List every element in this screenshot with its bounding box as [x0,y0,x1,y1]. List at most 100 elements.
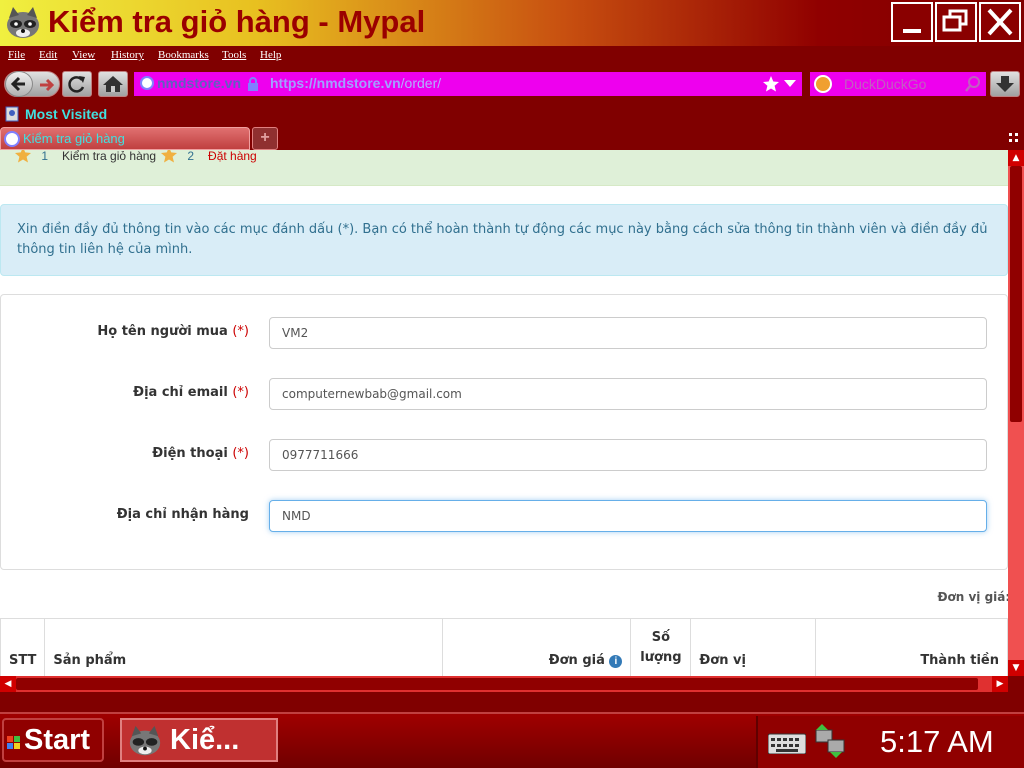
site-identity[interactable]: nmdstore.vn [140,75,241,91]
url-host: https://nmdstore.vn [270,75,401,91]
scroll-right-icon[interactable]: ▶ [992,676,1008,692]
address-label: Địa chỉ nhận hàng [116,507,249,522]
required-mark: (*) [232,324,249,339]
status-bar [0,692,1024,712]
url-text: https://nmdstore.vn/order/ [270,75,441,91]
close-icon [987,8,1013,36]
email-field[interactable] [269,378,987,410]
keyboard-icon[interactable] [768,728,806,754]
cart-table: STT Sản phẩm Đơn giá i Số lượng Đơn vị Th… [0,618,1008,676]
address-field[interactable] [269,500,987,532]
col-stt: STT [0,618,46,676]
forward-arrow-icon[interactable] [37,75,57,95]
start-button[interactable]: Start [2,718,104,762]
bookmarks-toolbar: Most Visited [0,102,1024,126]
menu-edit[interactable]: Edit [39,49,57,61]
globe-icon [140,76,154,90]
back-arrow-icon [10,76,25,92]
window-title: Kiểm tra giỏ hàng - Mypal [48,4,426,39]
back-forward-group [4,71,60,97]
site-identity-label: nmdstore.vn [157,75,242,91]
menu-view[interactable]: View [72,49,95,61]
download-icon [996,76,1014,92]
vertical-scrollbar[interactable]: ▲ ▼ [1008,150,1024,676]
menu-tools[interactable]: Tools [222,49,246,61]
windows-logo-icon [7,736,20,749]
menu-bookmarks[interactable]: Bookmarks [158,49,209,61]
menu-history[interactable]: History [111,49,144,61]
name-label: Họ tên người mua (*) [97,324,249,339]
clock: 5:17 AM [880,724,994,759]
page-content: 1 Kiểm tra giỏ hàng 2 Đặt hàng Xin điền đầ… [0,150,1008,676]
dropdown-arrow-icon[interactable] [784,80,796,88]
close-button[interactable] [979,2,1021,42]
taskbar: Start Kiể... 5:17 AM [0,712,1024,768]
title-bar: Kiểm tra giỏ hàng - Mypal [0,0,1024,46]
form-row-address: Địa chỉ nhận hàng [1,500,1007,534]
col-product: Sản phẩm [44,618,444,676]
scroll-down-icon[interactable]: ▼ [1008,660,1024,676]
new-tab-button[interactable]: + [252,127,278,150]
name-label-text: Họ tên người mua [97,324,228,339]
minimize-icon [903,29,921,33]
network-icon[interactable] [814,724,848,758]
col-quantity-line1: Số [651,630,671,645]
buyer-info-form: Họ tên người mua (*) Địa chỉ email (*) Đ… [0,294,1008,570]
minimize-button[interactable] [891,2,933,42]
required-mark: (*) [232,385,249,400]
search-icon[interactable] [964,75,982,93]
email-label-text: Địa chỉ email [133,385,228,400]
reload-button[interactable] [62,71,92,97]
url-bar[interactable]: nmdstore.vn https://nmdstore.vn/order/ [134,72,802,96]
col-price-label: Đơn giá [548,653,605,668]
step-1-label: Kiểm tra giỏ hàng [62,150,157,163]
email-label: Địa chỉ email (*) [133,385,249,400]
phone-label-text: Điện thoại [152,446,228,461]
horizontal-scroll-thumb[interactable] [16,678,978,690]
horizontal-scrollbar[interactable]: ◀ ▶ [0,676,1008,692]
col-quantity-line2: lượng [640,650,682,665]
menu-file[interactable]: File [8,49,25,61]
name-field[interactable] [269,317,987,349]
downloads-button[interactable] [990,71,1020,97]
home-icon [103,76,123,92]
search-box[interactable]: DuckDuckGo [810,72,986,96]
tab-list-icon[interactable] [1009,133,1021,143]
taskbar-item-mypal[interactable]: Kiể... [120,718,278,762]
reload-icon [68,76,85,93]
maximize-button[interactable] [935,2,977,42]
step-1[interactable]: 1 Kiểm tra giỏ hàng [14,150,156,163]
most-visited-link[interactable]: Most Visited [25,106,107,122]
phone-field[interactable] [269,439,987,471]
start-label: Start [24,724,91,756]
tab-cart[interactable]: Kiểm tra giỏ hàng [0,127,250,150]
form-row-name: Họ tên người mua (*) [1,317,1007,351]
menu-bar: File Edit View History Bookmarks Tools H… [0,46,1024,66]
col-price: Đơn giá i [442,618,632,676]
cart-table-header: STT Sản phẩm Đơn giá i Số lượng Đơn vị Th… [0,618,1008,676]
info-alert: Xin điền đầy đủ thông tin vào các mục đá… [0,204,1008,276]
favicon-icon [4,131,20,147]
menu-help[interactable]: Help [260,49,281,61]
col-total: Thành tiền [815,618,1008,676]
bookmark-star-icon[interactable] [762,75,780,93]
required-mark: (*) [232,446,249,461]
unit-price-note: Đơn vị giá: đ [937,590,1008,604]
info-icon[interactable]: i [609,655,623,668]
restore-icon [942,9,968,32]
tab-label: Kiểm tra giỏ hàng [23,131,125,146]
scroll-up-icon[interactable]: ▲ [1008,150,1024,166]
back-button[interactable] [5,71,33,97]
phone-label: Điện thoại (*) [152,446,249,461]
duckduckgo-icon[interactable] [814,75,832,93]
step-1-number: 1 [41,150,49,163]
step-2[interactable]: 2 Đặt hàng [160,150,257,163]
navigation-toolbar: nmdstore.vn https://nmdstore.vn/order/ D… [0,66,1024,102]
url-path: /order/ [400,75,442,91]
system-tray: 5:17 AM [756,716,1024,768]
raccoon-icon [129,725,161,756]
tab-strip: Kiểm tra giỏ hàng + [0,126,1024,150]
home-button[interactable] [98,71,128,97]
scroll-left-icon[interactable]: ◀ [0,676,16,692]
vertical-scroll-thumb[interactable] [1010,166,1022,422]
